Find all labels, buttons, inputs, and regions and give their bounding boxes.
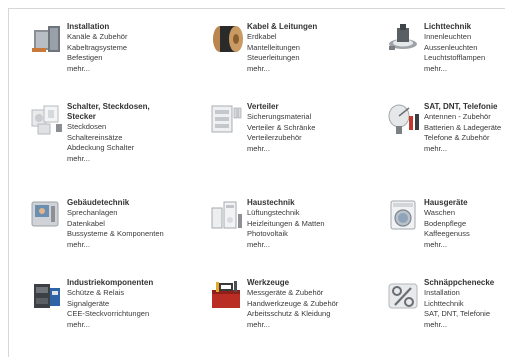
subcategory-link[interactable]: Befestigen	[67, 53, 212, 64]
category-schnaeppchenecke: Schnäppchenecke Installation Lichttechni…	[387, 278, 505, 357]
subcategory-link[interactable]: Antennen - Zubehör	[424, 112, 505, 123]
more-link[interactable]: mehr...	[424, 144, 505, 155]
more-link[interactable]: mehr...	[67, 320, 212, 331]
subcategory-link[interactable]: Arbeitsschutz & Kleidung	[247, 309, 392, 320]
category-werkzeuge: Werkzeuge Messgeräte & Zubehör Handwerkz…	[210, 278, 390, 357]
category-title[interactable]: Werkzeuge	[247, 278, 392, 288]
more-link[interactable]: mehr...	[424, 240, 505, 251]
category-hausgeraete: Hausgeräte Waschen Bodenpflege Kaffeegen…	[387, 198, 505, 284]
cable-drum-icon[interactable]	[210, 22, 244, 56]
switch-socket-icon[interactable]	[30, 102, 64, 136]
more-link[interactable]: mehr...	[67, 154, 212, 165]
more-link[interactable]: mehr...	[247, 64, 392, 75]
subcategory-link[interactable]: Kanäle & Zubehör	[67, 32, 212, 43]
more-link[interactable]: mehr...	[247, 144, 392, 155]
subcategory-link[interactable]: Batterien & Ladegeräte	[424, 123, 505, 134]
category-title[interactable]: Industriekomponenten	[67, 278, 212, 288]
subcategory-link[interactable]: Abdeckung Schalter	[67, 143, 212, 154]
more-link[interactable]: mehr...	[67, 64, 212, 75]
category-title[interactable]: Lichttechnik	[424, 22, 505, 32]
subcategory-link[interactable]: Kabeltragsysteme	[67, 43, 212, 54]
subcategory-link[interactable]: Bussysteme & Komponenten	[67, 229, 212, 240]
more-link[interactable]: mehr...	[247, 320, 392, 331]
subcategory-link[interactable]: Telefone & Zubehör	[424, 133, 505, 144]
category-title[interactable]: Verteiler	[247, 102, 392, 112]
subcategory-link[interactable]: Installation	[424, 288, 505, 299]
intercom-icon[interactable]	[30, 198, 64, 232]
subcategory-link[interactable]: Aussenleuchten	[424, 43, 505, 54]
category-title[interactable]: Kabel & Leitungen	[247, 22, 392, 32]
category-lichttechnik: Lichttechnik Innenleuchten Aussenleuchte…	[387, 22, 505, 108]
subcategory-link[interactable]: Waschen	[424, 208, 505, 219]
subcategory-link[interactable]: Leuchtstofflampen	[424, 53, 505, 64]
category-title[interactable]: Gebäudetechnik	[67, 198, 212, 208]
more-link[interactable]: mehr...	[67, 240, 212, 251]
category-title[interactable]: Hausgeräte	[424, 198, 505, 208]
more-link[interactable]: mehr...	[424, 64, 505, 75]
subcategory-link[interactable]: Erdkabel	[247, 32, 392, 43]
subcategory-link[interactable]: Sprechanlagen	[67, 208, 212, 219]
category-title[interactable]: Schnäppchenecke	[424, 278, 505, 288]
category-title[interactable]: Installation	[67, 22, 212, 32]
subcategory-link[interactable]: Verteilerzubehör	[247, 133, 392, 144]
category-title[interactable]: SAT, DNT, Telefonie	[424, 102, 505, 112]
subcategory-link[interactable]: Steuerleitungen	[247, 53, 392, 64]
toolbox-icon[interactable]	[210, 278, 244, 312]
category-schalter-steckdosen: Schalter, Steckdosen, Stecker Steckdosen…	[30, 102, 210, 188]
category-sat-dnt-telefonie: SAT, DNT, Telefonie Antennen - Zubehör B…	[387, 102, 505, 188]
installation-box-icon[interactable]	[30, 22, 64, 56]
subcategory-link[interactable]: Datenkabel	[67, 219, 212, 230]
category-kabel-leitungen: Kabel & Leitungen Erdkabel Mantelleitung…	[210, 22, 390, 108]
category-title[interactable]: Schalter, Steckdosen, Stecker	[67, 102, 177, 122]
distribution-board-icon[interactable]	[210, 102, 244, 136]
category-title[interactable]: Haustechnik	[247, 198, 392, 208]
category-grid: Installation Kanäle & Zubehör Kabeltrags…	[30, 22, 505, 357]
panel-border-left	[8, 8, 9, 357]
subcategory-link[interactable]: Heizleitungen & Matten	[247, 219, 392, 230]
subcategory-link[interactable]: Kaffeegenuss	[424, 229, 505, 240]
subcategory-link[interactable]: Messgeräte & Zubehör	[247, 288, 392, 299]
category-verteiler: Verteiler Sicherungsmaterial Verteiler &…	[210, 102, 390, 188]
category-haustechnik: Haustechnik Lüftungstechnik Heizleitunge…	[210, 198, 390, 284]
category-panel: Installation Kanäle & Zubehör Kabeltrags…	[0, 0, 505, 357]
subcategory-link[interactable]: Steckdosen	[67, 122, 212, 133]
panel-border-top	[8, 8, 505, 9]
subcategory-link[interactable]: Innenleuchten	[424, 32, 505, 43]
subcategory-link[interactable]: SAT, DNT, Telefonie	[424, 309, 505, 320]
subcategory-link[interactable]: Photovoltaik	[247, 229, 392, 240]
category-industriekomponenten: Industriekomponenten Schütze & Relais Si…	[30, 278, 210, 357]
subcategory-link[interactable]: Verteiler & Schränke	[247, 123, 392, 134]
subcategory-link[interactable]: Lüftungstechnik	[247, 208, 392, 219]
subcategory-link[interactable]: Lichttechnik	[424, 299, 505, 310]
subcategory-link[interactable]: Schaltereinsätze	[67, 133, 212, 144]
subcategory-link[interactable]: Bodenpflege	[424, 219, 505, 230]
more-link[interactable]: mehr...	[247, 240, 392, 251]
washing-machine-icon[interactable]	[387, 198, 421, 232]
subcategory-link[interactable]: Mantelleitungen	[247, 43, 392, 54]
recessed-light-icon[interactable]	[387, 22, 421, 56]
subcategory-link[interactable]: Handwerkzeuge & Zubehör	[247, 299, 392, 310]
heater-icon[interactable]	[210, 198, 244, 232]
category-installation: Installation Kanäle & Zubehör Kabeltrags…	[30, 22, 210, 108]
satellite-dish-icon[interactable]	[387, 102, 421, 136]
subcategory-link[interactable]: Sicherungsmaterial	[247, 112, 392, 123]
percent-sale-icon[interactable]	[387, 278, 421, 312]
more-link[interactable]: mehr...	[424, 320, 505, 331]
subcategory-link[interactable]: CEE-Steckvorrichtungen	[67, 309, 212, 320]
subcategory-link[interactable]: Signalgeräte	[67, 299, 212, 310]
subcategory-link[interactable]: Schütze & Relais	[67, 288, 212, 299]
contactor-icon[interactable]	[30, 278, 64, 312]
category-gebaeudetechnik: Gebäudetechnik Sprechanlagen Datenkabel …	[30, 198, 210, 284]
